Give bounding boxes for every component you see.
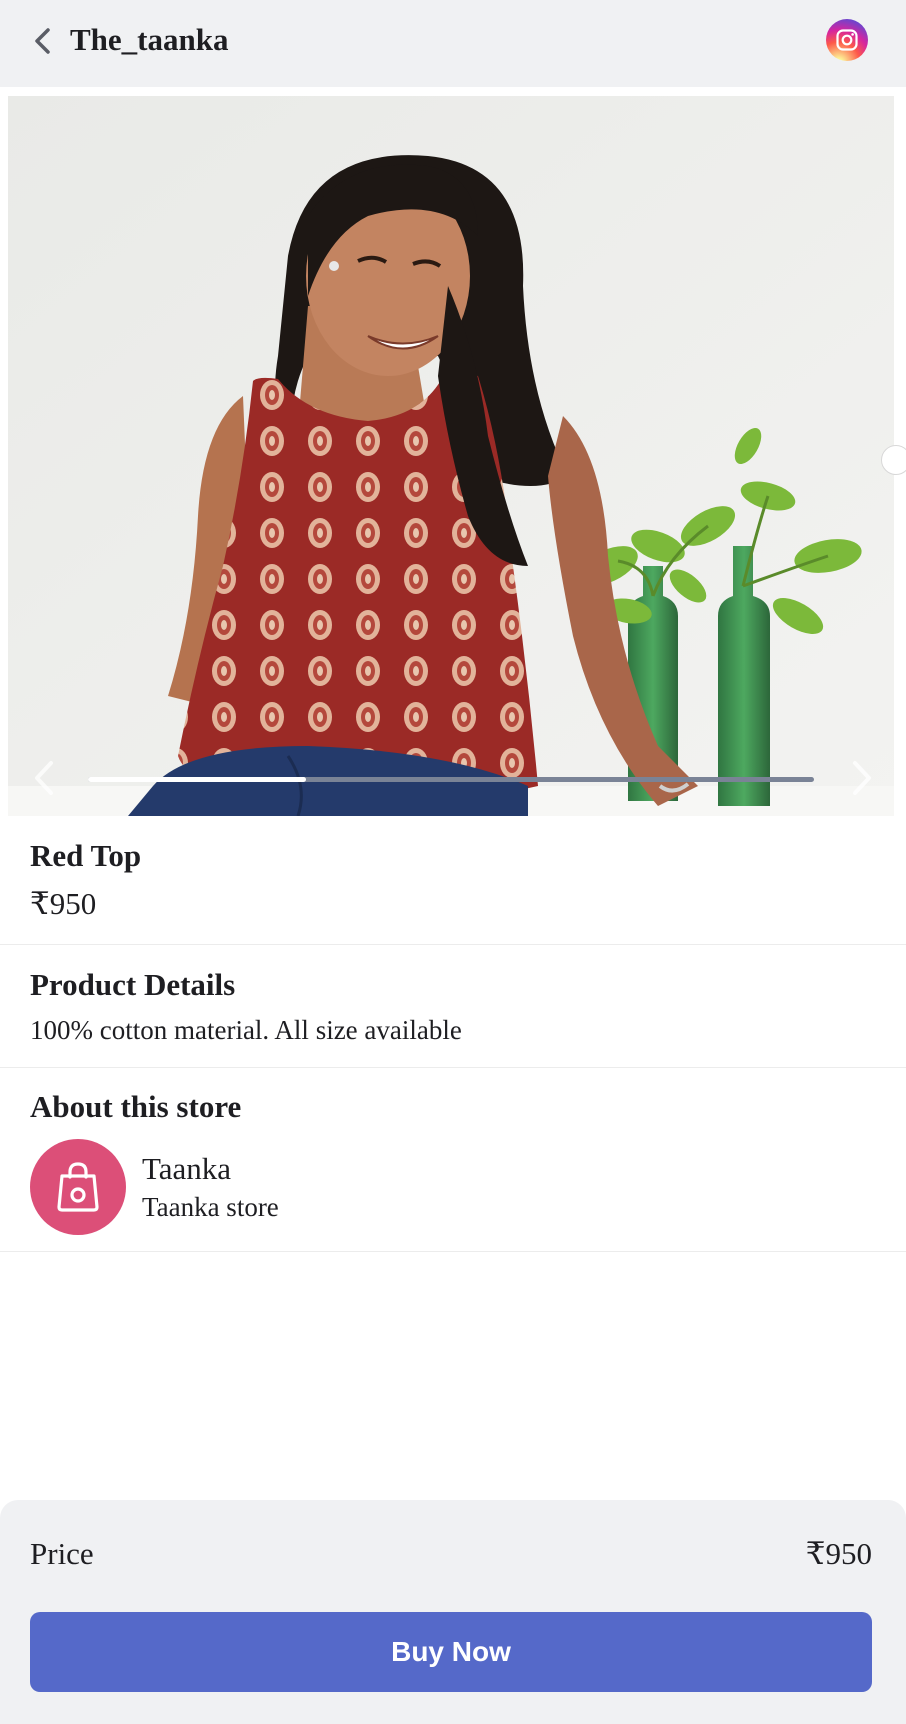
page-title: The_taanka [70, 22, 229, 57]
product-price: ₹950 [30, 886, 97, 921]
store-description: Taanka store [142, 1192, 279, 1222]
product-details-heading: Product Details [30, 967, 236, 1002]
product-details-section [0, 945, 906, 1068]
product-details-text: 100% cotton material. All size available [30, 1015, 462, 1045]
chevron-left-icon [35, 761, 53, 795]
product-image-carousel[interactable] [8, 96, 894, 816]
buy-now-button[interactable]: Buy Now [30, 1612, 872, 1692]
chevron-right-icon [853, 761, 871, 795]
shopping-bag-icon [57, 1162, 99, 1212]
product-name: Red Top [30, 838, 142, 873]
instagram-icon [836, 29, 858, 51]
carousel-progress-bar [88, 777, 814, 782]
footer-price-label: Price [30, 1536, 94, 1571]
store-name[interactable]: Taanka [142, 1149, 231, 1189]
instagram-button[interactable] [826, 19, 868, 61]
carousel-next-button[interactable] [842, 752, 882, 804]
footer-price-value: ₹950 [805, 1536, 872, 1571]
chevron-left-icon [35, 28, 50, 54]
about-store-heading: About this store [30, 1089, 242, 1124]
carousel-progress-fill [88, 777, 306, 782]
carousel-prev-button[interactable] [24, 752, 64, 804]
product-photo [8, 96, 894, 816]
back-button[interactable] [26, 24, 60, 58]
store-avatar[interactable] [30, 1139, 126, 1235]
carousel-side-handle[interactable] [881, 445, 906, 475]
